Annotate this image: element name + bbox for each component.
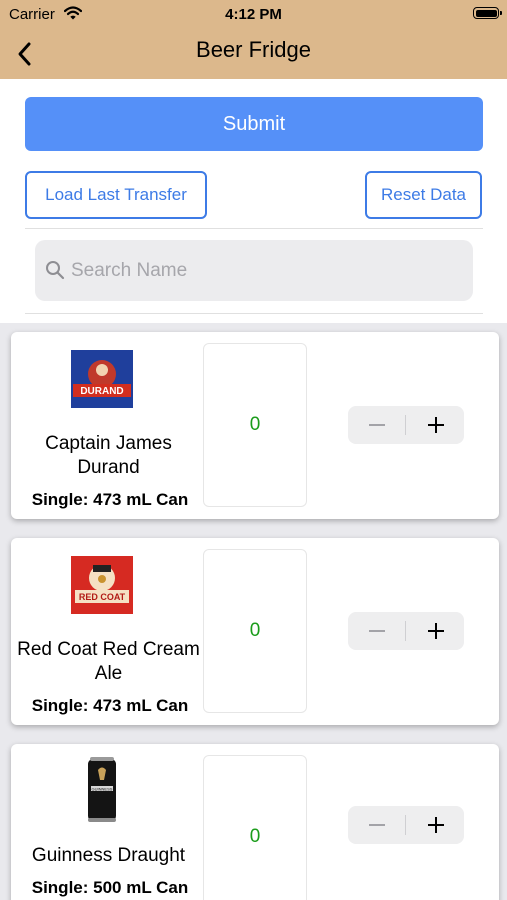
battery-icon bbox=[473, 7, 502, 19]
product-name: Red Coat Red Cream Ale bbox=[17, 639, 200, 684]
product-size: Single: 500 mL Can bbox=[31, 878, 189, 897]
product-card: RED COAT Red Coat Red Cream Ale Single: … bbox=[11, 538, 499, 725]
product-image: DURAND bbox=[71, 350, 133, 408]
product-logo-text: GUINNESS bbox=[92, 786, 113, 791]
load-last-transfer-button[interactable]: Load Last Transfer bbox=[25, 171, 207, 219]
decrement-button[interactable] bbox=[348, 806, 405, 844]
product-image: RED COAT bbox=[71, 556, 133, 614]
decrement-button[interactable] bbox=[348, 612, 405, 650]
product-name: Guinness Draught bbox=[31, 845, 186, 866]
stepper-divider bbox=[405, 415, 406, 435]
minus-icon bbox=[368, 630, 385, 632]
search-input[interactable] bbox=[71, 240, 461, 301]
navigation-bar: Beer Fridge bbox=[0, 30, 507, 79]
product-size: Single: 473 mL Can bbox=[31, 696, 189, 715]
minus-icon bbox=[368, 824, 385, 826]
increment-button[interactable] bbox=[407, 406, 464, 444]
search-icon bbox=[46, 261, 65, 280]
reset-data-button[interactable]: Reset Data bbox=[365, 171, 482, 219]
product-list[interactable]: DURAND Captain James Durand Single: 473 … bbox=[0, 323, 507, 900]
divider bbox=[25, 228, 483, 229]
product-card: GUINNESS Guinness Draught Single: 500 mL… bbox=[11, 744, 499, 900]
status-time: 4:12 PM bbox=[225, 6, 282, 23]
product-size: Single: 473 mL Can bbox=[31, 490, 189, 509]
quantity-field[interactable]: 0 bbox=[203, 549, 307, 713]
product-card: DURAND Captain James Durand Single: 473 … bbox=[11, 332, 499, 519]
increment-button[interactable] bbox=[407, 806, 464, 844]
quantity-stepper[interactable] bbox=[348, 612, 464, 650]
decrement-button[interactable] bbox=[348, 406, 405, 444]
plus-icon bbox=[427, 817, 444, 833]
minus-icon bbox=[368, 424, 385, 426]
quantity-field[interactable]: 0 bbox=[203, 755, 307, 900]
submit-button[interactable]: Submit bbox=[25, 97, 483, 151]
quantity-stepper[interactable] bbox=[348, 806, 464, 844]
product-logo-text: DURAND bbox=[80, 386, 123, 397]
page-title: Beer Fridge bbox=[196, 37, 311, 62]
stepper-divider bbox=[405, 621, 406, 641]
search-bar[interactable] bbox=[35, 240, 473, 301]
plus-icon bbox=[427, 417, 444, 433]
product-logo-text: RED COAT bbox=[79, 592, 126, 602]
product-image: GUINNESS bbox=[88, 757, 116, 822]
divider bbox=[25, 313, 483, 314]
quantity-stepper[interactable] bbox=[348, 406, 464, 444]
stepper-divider bbox=[405, 815, 406, 835]
plus-icon bbox=[427, 623, 444, 639]
increment-button[interactable] bbox=[407, 612, 464, 650]
status-bar: Carrier 4:12 PM bbox=[0, 0, 507, 30]
product-name: Captain James Durand bbox=[45, 433, 172, 478]
quantity-field[interactable]: 0 bbox=[203, 343, 307, 507]
